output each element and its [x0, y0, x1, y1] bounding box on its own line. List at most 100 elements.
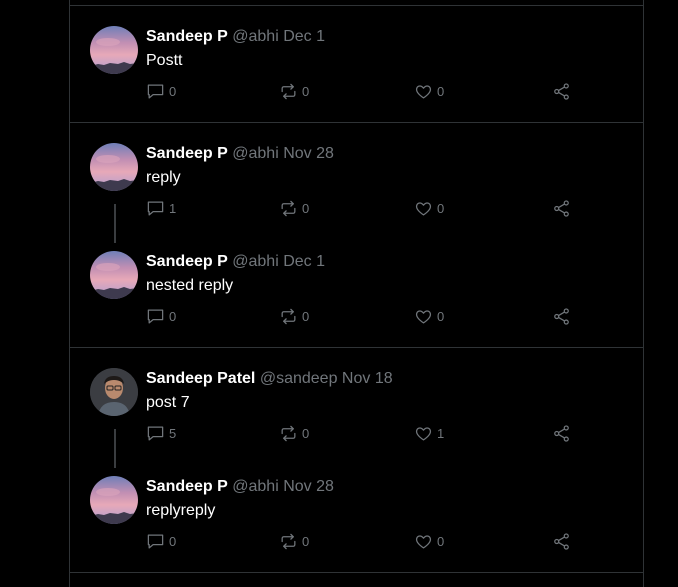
reply-button[interactable]: 5	[146, 423, 176, 443]
comment-icon	[147, 426, 164, 440]
like-count: 1	[437, 425, 445, 441]
author-handle[interactable]: @abhi	[232, 28, 279, 45]
post-header: Sandeep P @abhi Nov 28	[146, 143, 334, 165]
divider	[70, 122, 643, 123]
post-text: Postt	[146, 52, 183, 69]
reply-count: 0	[169, 83, 177, 99]
share-button[interactable]	[552, 306, 571, 326]
post-date: Dec 1	[283, 28, 326, 45]
repost-button[interactable]: 0	[279, 423, 309, 443]
share-button[interactable]	[552, 423, 571, 443]
post-feed: Sandeep P @abhi Dec 1 Postt 0 0 0 Sandee…	[69, 0, 644, 587]
thread-connector	[114, 204, 116, 243]
repost-count: 0	[302, 425, 310, 441]
avatar[interactable]	[90, 143, 138, 191]
author-name[interactable]: Sandeep P	[146, 28, 228, 45]
post-actions: 5 0 1	[146, 423, 576, 443]
post-text: replyreply	[146, 502, 216, 519]
like-button[interactable]: 0	[414, 198, 444, 218]
post-actions: 0 0 0	[146, 81, 576, 101]
author-handle[interactable]: @abhi	[232, 145, 279, 162]
share-icon	[554, 199, 569, 217]
reply-count: 0	[169, 533, 177, 549]
reply-button[interactable]: 0	[146, 306, 176, 326]
repost-count: 0	[302, 83, 310, 99]
avatar[interactable]	[90, 251, 138, 299]
heart-icon	[415, 534, 432, 548]
share-icon	[554, 307, 569, 325]
repost-button[interactable]: 0	[279, 306, 309, 326]
author-name[interactable]: Sandeep Patel	[146, 370, 255, 387]
repost-icon	[281, 425, 296, 441]
author-handle[interactable]: @sandeep	[260, 370, 338, 387]
reply-button[interactable]: 0	[146, 531, 176, 551]
post-actions: 1 0 0	[146, 198, 576, 218]
heart-icon	[415, 84, 432, 98]
divider	[70, 572, 643, 573]
like-count: 0	[437, 533, 445, 549]
repost-button[interactable]: 0	[279, 81, 309, 101]
like-button[interactable]: 1	[414, 423, 444, 443]
post-date: Dec 1	[283, 253, 326, 270]
heart-icon	[415, 309, 432, 323]
post-card[interactable]: Sandeep Patel @sandeep Nov 18 post 7 5 0…	[70, 368, 643, 468]
avatar[interactable]	[90, 26, 138, 74]
post-date: Nov 28	[283, 478, 334, 495]
author-name[interactable]: Sandeep P	[146, 253, 228, 270]
share-icon	[554, 532, 569, 550]
like-button[interactable]: 0	[414, 306, 444, 326]
post-header: Sandeep P @abhi Nov 28	[146, 476, 334, 498]
post-date: Nov 18	[341, 370, 393, 387]
post-card[interactable]: Sandeep P @abhi Dec 1 Postt 0 0 0	[70, 26, 643, 126]
share-button[interactable]	[552, 81, 571, 101]
repost-icon	[281, 533, 296, 549]
post-date: Nov 28	[283, 145, 334, 162]
like-button[interactable]: 0	[414, 81, 444, 101]
author-handle[interactable]: @abhi	[232, 253, 279, 270]
like-button[interactable]: 0	[414, 531, 444, 551]
post-text: post 7	[146, 394, 190, 411]
repost-count: 0	[302, 308, 310, 324]
thread-connector	[114, 429, 116, 468]
repost-button[interactable]: 0	[279, 531, 309, 551]
like-count: 0	[437, 308, 445, 324]
reply-button[interactable]: 1	[146, 198, 176, 218]
comment-icon	[147, 309, 164, 323]
author-name[interactable]: Sandeep P	[146, 145, 228, 162]
repost-count: 0	[302, 533, 310, 549]
share-button[interactable]	[552, 198, 571, 218]
share-button[interactable]	[552, 531, 571, 551]
author-handle[interactable]: @abhi	[232, 478, 279, 495]
divider	[70, 347, 643, 348]
repost-button[interactable]: 0	[279, 198, 309, 218]
reply-button[interactable]: 0	[146, 81, 176, 101]
like-count: 0	[437, 200, 445, 216]
post-card[interactable]: Sandeep P @abhi Nov 28 reply 1 0 0	[70, 143, 643, 243]
heart-icon	[415, 426, 432, 440]
repost-count: 0	[302, 200, 310, 216]
comment-icon	[147, 84, 164, 98]
repost-icon	[281, 200, 296, 216]
post-actions: 0 0 0	[146, 306, 576, 326]
post-header: Sandeep Patel @sandeep Nov 18	[146, 368, 393, 390]
heart-icon	[415, 201, 432, 215]
like-count: 0	[437, 83, 445, 99]
reply-count: 1	[169, 200, 177, 216]
repost-icon	[281, 83, 296, 99]
post-text: nested reply	[146, 277, 234, 294]
share-icon	[554, 424, 569, 442]
post-header: Sandeep P @abhi Dec 1	[146, 26, 325, 48]
post-text: reply	[146, 169, 181, 186]
divider	[70, 5, 643, 6]
post-header: Sandeep P @abhi Dec 1	[146, 251, 325, 273]
post-card[interactable]: Sandeep P @abhi Dec 1 nested reply 0 0 0	[70, 251, 643, 351]
post-actions: 0 0 0	[146, 531, 576, 551]
author-name[interactable]: Sandeep P	[146, 478, 228, 495]
avatar[interactable]	[90, 476, 138, 524]
comment-icon	[147, 534, 164, 548]
reply-count: 5	[169, 425, 177, 441]
avatar[interactable]	[90, 368, 138, 416]
post-card[interactable]: Sandeep P @abhi Nov 28 replyreply 0 0 0	[70, 476, 643, 576]
repost-icon	[281, 308, 296, 324]
share-icon	[554, 82, 569, 100]
